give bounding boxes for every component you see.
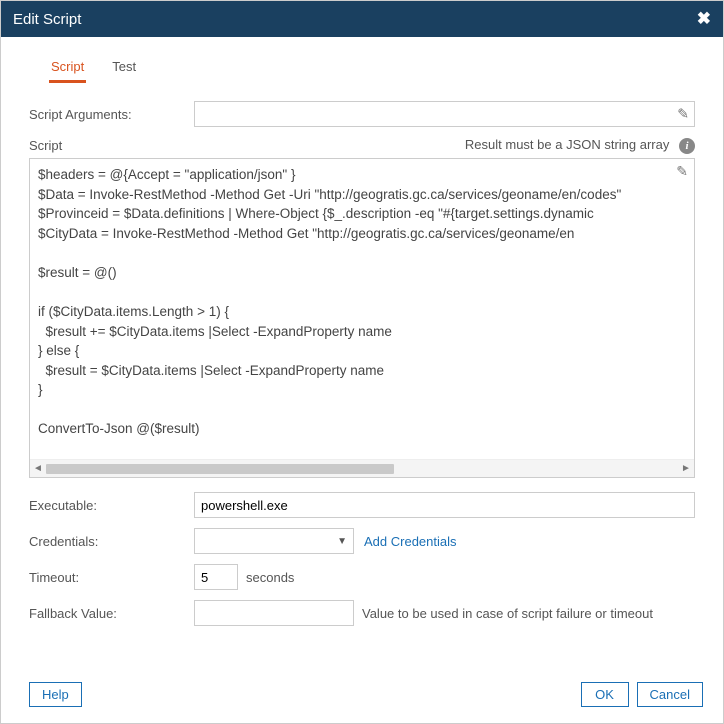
script-editor-wrap: $headers = @{Accept = "application/json"… bbox=[29, 158, 695, 478]
add-credentials-link[interactable]: Add Credentials bbox=[364, 534, 457, 549]
credentials-select[interactable]: ▼ bbox=[194, 528, 354, 554]
row-credentials: Credentials: ▼ Add Credentials bbox=[29, 528, 695, 554]
info-icon[interactable]: i bbox=[679, 138, 695, 154]
script-header: Script Result must be a JSON string arra… bbox=[29, 137, 695, 154]
row-script-arguments: Script Arguments: ✎ bbox=[29, 101, 695, 127]
scroll-thumb[interactable] bbox=[46, 464, 394, 474]
tab-test[interactable]: Test bbox=[110, 53, 138, 83]
timeout-input[interactable] bbox=[194, 564, 238, 590]
label-executable: Executable: bbox=[29, 498, 194, 513]
chevron-down-icon: ▼ bbox=[337, 536, 347, 547]
fallback-value-input[interactable] bbox=[194, 600, 354, 626]
tab-bar: Script Test bbox=[29, 53, 695, 83]
label-script: Script bbox=[29, 138, 62, 153]
ok-button[interactable]: OK bbox=[581, 682, 629, 707]
close-icon[interactable]: ✖ bbox=[697, 9, 711, 29]
edit-script-dialog: Edit Script ✖ Script Test Script Argumen… bbox=[0, 0, 724, 724]
result-note: Result must be a JSON string array bbox=[465, 137, 669, 152]
cancel-button[interactable]: Cancel bbox=[637, 682, 703, 707]
scroll-right-icon[interactable]: ► bbox=[678, 463, 694, 474]
label-credentials: Credentials: bbox=[29, 534, 194, 549]
row-executable: Executable: bbox=[29, 492, 695, 518]
scroll-left-icon[interactable]: ◄ bbox=[30, 463, 46, 474]
dialog-footer: Help OK Cancel bbox=[1, 670, 723, 723]
label-script-arguments: Script Arguments: bbox=[29, 107, 194, 122]
pencil-icon[interactable]: ✎ bbox=[677, 106, 689, 123]
scroll-track[interactable] bbox=[46, 464, 678, 474]
row-timeout: Timeout: seconds bbox=[29, 564, 695, 590]
script-editor[interactable]: $headers = @{Accept = "application/json"… bbox=[30, 159, 694, 459]
dialog-titlebar: Edit Script ✖ bbox=[1, 1, 723, 37]
label-seconds: seconds bbox=[246, 570, 294, 585]
executable-input[interactable] bbox=[194, 492, 695, 518]
tab-script[interactable]: Script bbox=[49, 53, 86, 83]
row-fallback: Fallback Value: Value to be used in case… bbox=[29, 600, 695, 626]
label-timeout: Timeout: bbox=[29, 570, 194, 585]
pencil-icon[interactable]: ✎ bbox=[676, 163, 688, 180]
dialog-body: Script Test Script Arguments: ✎ Script R… bbox=[1, 37, 723, 670]
script-arguments-input[interactable] bbox=[194, 101, 695, 127]
fallback-hint: Value to be used in case of script failu… bbox=[362, 606, 653, 621]
help-button[interactable]: Help bbox=[29, 682, 82, 707]
horizontal-scrollbar[interactable]: ◄ ► bbox=[30, 459, 694, 477]
dialog-title: Edit Script bbox=[13, 11, 81, 28]
result-note-wrap: Result must be a JSON string array i bbox=[465, 137, 695, 154]
label-fallback: Fallback Value: bbox=[29, 606, 194, 621]
